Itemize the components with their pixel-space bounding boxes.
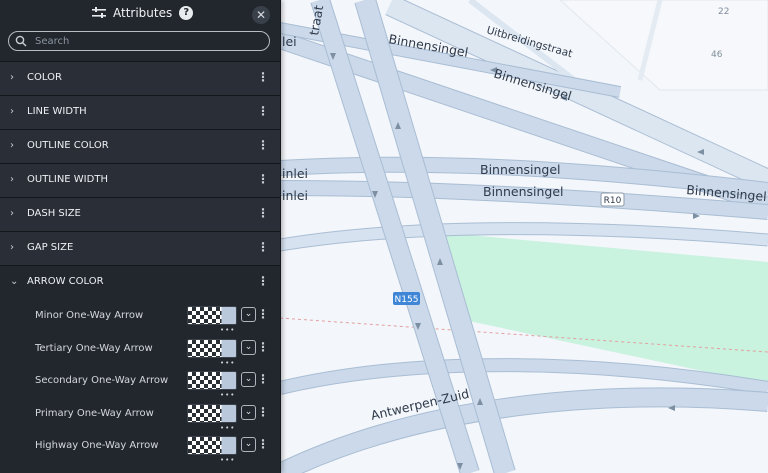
more-menu-icon[interactable]: ⋮ [257, 275, 269, 287]
search-box [8, 31, 270, 51]
section-label: OUTLINE WIDTH [27, 174, 108, 185]
more-menu-icon[interactable]: ⋮ [257, 438, 269, 450]
shield-n155: N155 [393, 292, 420, 305]
item-label: Secondary One-Way Arrow [35, 375, 169, 386]
arrow-color-item: Highway One-Way Arrow ••• ⌄ ⋮ [0, 430, 280, 464]
section-dash-size[interactable]: › DASH SIZE ⋮ [0, 197, 280, 231]
shield-r10: R10 [600, 192, 625, 207]
section-line-width[interactable]: › LINE WIDTH ⋮ [0, 95, 280, 129]
more-menu-icon[interactable]: ⋮ [257, 241, 269, 253]
label-binnensingel-4: Binnensingel [483, 184, 564, 199]
search-input[interactable] [33, 34, 257, 48]
more-menu-icon[interactable]: ⋮ [257, 173, 269, 185]
section-label: LINE WIDTH [27, 106, 87, 117]
chevron-right-icon[interactable]: › [10, 242, 14, 253]
arrow-color-item: Minor One-Way Arrow ••• ⌄ ⋮ [0, 300, 280, 334]
chevron-down-icon[interactable]: ⌄ [241, 339, 256, 355]
chevron-right-icon[interactable]: › [10, 140, 14, 151]
label-binnensingel-3: Binnensingel [480, 162, 561, 177]
chevron-right-icon[interactable]: › [10, 174, 14, 185]
item-label: Highway One-Way Arrow [35, 440, 159, 451]
arrow-color-item: Primary One-Way Arrow ••• ⌄ ⋮ [0, 398, 280, 432]
color-swatch[interactable] [187, 371, 237, 390]
item-label: Minor One-Way Arrow [35, 310, 144, 321]
search-icon [15, 35, 27, 47]
section-arrow-color[interactable]: ⌄ ARROW COLOR ⋮ [0, 265, 280, 299]
more-menu-icon[interactable]: ⋮ [257, 308, 269, 320]
section-color[interactable]: › COLOR ⋮ [0, 61, 280, 95]
arrow-color-item: Tertiary One-Way Arrow ••• ⌄ ⋮ [0, 333, 280, 367]
help-icon[interactable]: ? [179, 6, 194, 20]
more-menu-icon[interactable]: ⋮ [257, 207, 269, 219]
color-swatch[interactable] [187, 338, 237, 358]
attribute-sections: › COLOR ⋮ › LINE WIDTH ⋮ › OUTLINE COLOR ⋮ › OUTLI… [0, 61, 280, 299]
section-outline-color[interactable]: › OUTLINE COLOR ⋮ [0, 129, 280, 163]
section-label: OUTLINE COLOR [27, 140, 109, 151]
item-label: Tertiary One-Way Arrow [35, 342, 153, 354]
panel-header: Attributes ? ✕ [0, 0, 280, 30]
section-label: COLOR [27, 72, 62, 83]
section-gap-size[interactable]: › GAP SIZE ⋮ [0, 231, 280, 265]
svg-text:R10: R10 [604, 196, 622, 206]
chevron-down-icon[interactable]: ⌄ [241, 404, 256, 420]
color-swatch[interactable] [187, 403, 237, 423]
close-icon[interactable]: ✕ [252, 6, 270, 24]
section-label: GAP SIZE [27, 242, 74, 253]
more-menu-icon[interactable]: ⋮ [257, 406, 269, 418]
house-number-46: 46 [711, 50, 723, 60]
label-lei-2: inlei [282, 166, 308, 181]
chevron-right-icon[interactable]: › [10, 106, 14, 117]
arrow-color-items: Minor One-Way Arrow ••• ⌄ ⋮ Tertiary One-Way… [0, 300, 280, 464]
more-menu-icon[interactable]: ⋮ [257, 139, 269, 151]
label-lei-1: lei [282, 34, 297, 49]
section-label: DASH SIZE [27, 208, 81, 219]
panel-title: Attributes [113, 6, 173, 20]
chevron-down-icon[interactable]: ⌄ [10, 276, 18, 287]
section-outline-width[interactable]: › OUTLINE WIDTH ⋮ [0, 163, 280, 197]
section-label: ARROW COLOR [27, 276, 104, 287]
chevron-down-icon[interactable]: ⌄ [241, 437, 256, 452]
chevron-right-icon[interactable]: › [10, 72, 14, 83]
chevron-right-icon[interactable]: › [10, 208, 14, 219]
more-menu-icon[interactable]: ⋮ [257, 71, 269, 83]
swatch-menu-icon[interactable]: ••• [220, 456, 235, 464]
more-menu-icon[interactable]: ⋮ [257, 105, 269, 117]
more-menu-icon[interactable]: ⋮ [257, 341, 269, 353]
color-swatch[interactable] [187, 306, 237, 325]
item-label: Primary One-Way Arrow [35, 407, 154, 419]
chevron-down-icon[interactable]: ⌄ [241, 307, 256, 322]
arrow-color-item: Secondary One-Way Arrow ••• ⌄ ⋮ [0, 365, 280, 399]
more-menu-icon[interactable]: ⋮ [257, 373, 269, 385]
attributes-panel: Attributes ? ✕ › COLOR ⋮ › LINE WIDTH ⋮ › OUTLI… [0, 0, 281, 473]
label-lei-3: inlei [282, 188, 308, 203]
color-swatch[interactable] [187, 436, 237, 455]
svg-text:N155: N155 [395, 295, 419, 305]
sliders-icon [92, 7, 106, 18]
house-number-22: 22 [718, 7, 729, 17]
chevron-down-icon[interactable]: ⌄ [241, 372, 256, 387]
